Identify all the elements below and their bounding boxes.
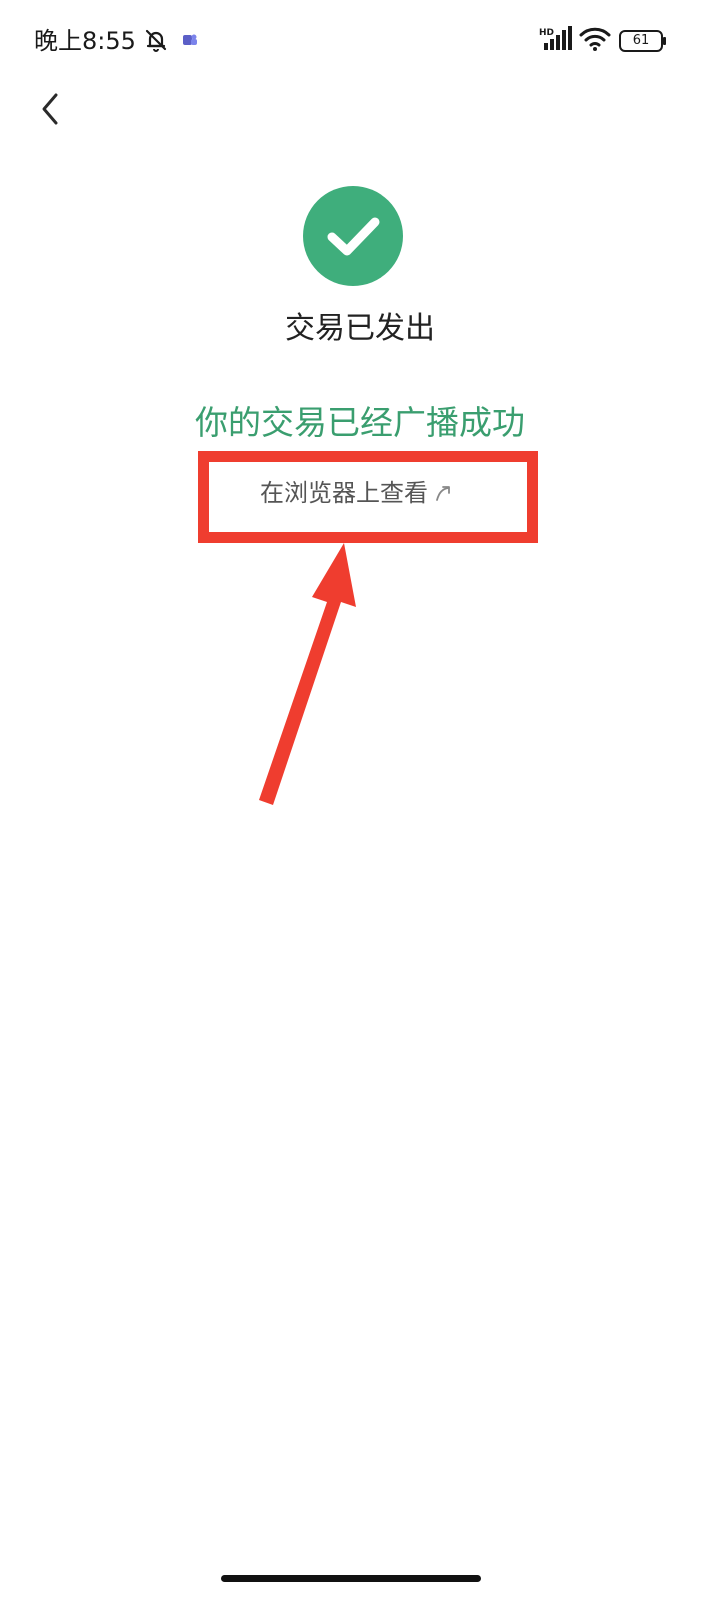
- home-indicator[interactable]: [221, 1575, 481, 1582]
- annotation-arrow: [259, 543, 356, 805]
